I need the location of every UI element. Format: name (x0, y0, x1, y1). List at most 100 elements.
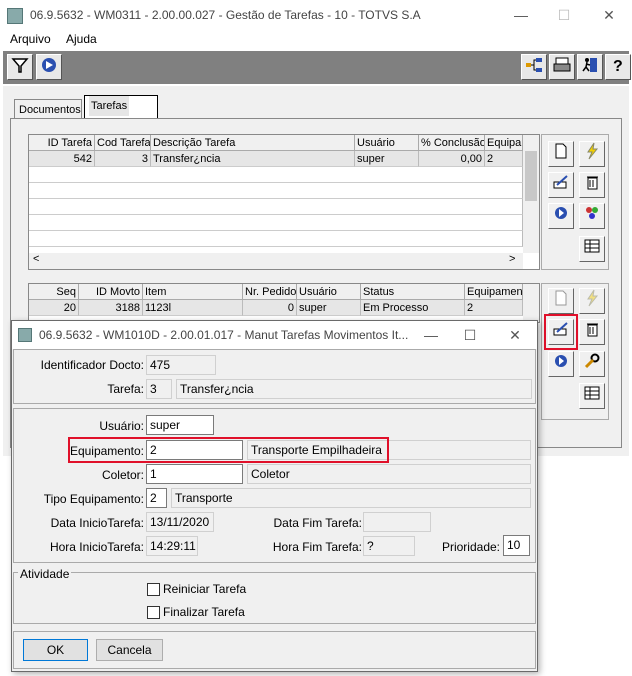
usuario-input[interactable]: super (146, 415, 214, 435)
tipo-equipamento-input[interactable]: 2 (146, 488, 167, 508)
print-icon[interactable] (549, 54, 575, 80)
tools-icon[interactable] (579, 351, 605, 377)
table-icon[interactable] (579, 383, 605, 409)
equipamento-highlight (68, 437, 389, 463)
usuario-label: Usuário: (99, 419, 144, 433)
hora-inicio-label: Hora InicioTarefa: (49, 540, 144, 554)
col-cod-tarefa[interactable]: Cod Tarefa (95, 135, 151, 151)
col-conclusao[interactable]: % Conclusão (419, 135, 485, 151)
col-descricao-tarefa[interactable]: Descrição Tarefa (151, 135, 355, 151)
menu-arquivo[interactable]: Arquivo (10, 32, 51, 46)
edit-icon[interactable] (548, 172, 574, 198)
vertical-scrollbar[interactable] (523, 135, 539, 253)
col-id-tarefa[interactable]: ID Tarefa (29, 135, 95, 151)
coletor-input[interactable]: 1 (146, 464, 243, 484)
hora-fim-field: ? (363, 536, 415, 556)
movement-cell[interactable]: 3188 (79, 300, 143, 316)
col-usuario[interactable]: Usuário (355, 135, 419, 151)
trash-icon[interactable] (579, 172, 605, 198)
app-icon (18, 328, 32, 342)
data-inicio-label: Data InicioTarefa: (50, 516, 144, 530)
close-icon[interactable]: ✕ (598, 4, 620, 26)
maximize-icon[interactable]: ☐ (459, 324, 481, 346)
menu-ajuda[interactable]: Ajuda (66, 32, 97, 46)
trash-icon[interactable] (579, 319, 605, 345)
tipo-equipamento-desc-field: Transporte (171, 488, 531, 508)
filter-icon[interactable] (7, 54, 33, 80)
table-row[interactable] (29, 199, 523, 215)
scroll-thumb[interactable] (525, 151, 537, 201)
tarefa-code-field: 3 (146, 379, 172, 399)
identificador-field: 475 (146, 355, 216, 375)
task-cell[interactable]: Transfer¿ncia (151, 151, 355, 167)
table-row[interactable] (29, 215, 523, 231)
main-title-bar: 06.9.5632 - WM0311 - 2.00.00.027 - Gestã… (0, 0, 632, 30)
coletor-desc-field: Coletor (247, 464, 531, 484)
finalizar-checkbox[interactable] (147, 606, 160, 619)
col-id-movto[interactable]: ID Movto (79, 284, 143, 300)
movement-cell[interactable]: 1123l (143, 300, 243, 316)
scroll-right-icon[interactable]: > (509, 253, 515, 265)
task-cell[interactable]: 0,00 (419, 151, 485, 167)
lightning-icon[interactable] (579, 141, 605, 167)
new-document-icon[interactable] (548, 141, 574, 167)
movement-cell[interactable]: Em Processo (361, 300, 465, 316)
movement-cell[interactable]: super (297, 300, 361, 316)
movement-cell[interactable]: 0 (243, 300, 297, 316)
movements-grid[interactable]: Seq ID Movto Item Nr. Pedido Usuário Sta… (28, 283, 540, 323)
navigate-icon[interactable] (548, 351, 574, 377)
ok-button[interactable]: OK (23, 639, 88, 661)
lightning-icon[interactable] (579, 288, 605, 314)
reiniciar-label: Reiniciar Tarefa (163, 582, 247, 596)
tarefa-desc-field: Transfer¿ncia (176, 379, 532, 399)
close-icon[interactable]: ✕ (504, 324, 526, 346)
tree-icon[interactable] (521, 54, 547, 80)
minimize-icon[interactable]: — (510, 4, 532, 26)
coletor-label: Coletor: (101, 468, 144, 482)
maximize-icon[interactable]: ☐ (553, 4, 575, 26)
col-item[interactable]: Item (143, 284, 243, 300)
menu-bar: Arquivo Ajuda (0, 30, 632, 50)
table-row[interactable] (29, 231, 523, 247)
tab-tarefas-label: Tarefas (89, 96, 130, 116)
col-usuario[interactable]: Usuário (297, 284, 361, 300)
movement-cell[interactable]: 2 (465, 300, 523, 316)
new-document-icon[interactable] (548, 288, 574, 314)
table-row[interactable] (29, 183, 523, 199)
vertical-scrollbar[interactable] (523, 284, 539, 322)
col-status[interactable]: Status (361, 284, 465, 300)
minimize-icon[interactable]: — (420, 324, 442, 346)
data-fim-label: Data Fim Tarefa: (273, 516, 362, 530)
table-row[interactable] (29, 167, 523, 183)
tarefa-label: Tarefa: (107, 382, 144, 396)
reiniciar-checkbox[interactable] (147, 583, 160, 596)
task-cell[interactable]: super (355, 151, 419, 167)
col-nr-pedido[interactable]: Nr. Pedido (243, 284, 297, 300)
col-seq[interactable]: Seq (29, 284, 79, 300)
help-icon[interactable]: ? (605, 54, 631, 80)
dialog-title: 06.9.5632 - WM1010D - 2.00.01.017 - Manu… (39, 328, 409, 342)
exit-icon[interactable] (577, 54, 603, 80)
navigate-icon[interactable] (36, 54, 62, 80)
task-cell[interactable]: 3 (95, 151, 151, 167)
tasks-grid[interactable]: ID Tarefa Cod Tarefa Descrição Tarefa Us… (28, 134, 540, 270)
col-equipamento[interactable]: Equipar (485, 135, 523, 151)
svg-text:?: ? (613, 58, 623, 75)
task-cell[interactable]: 542 (29, 151, 95, 167)
table-icon[interactable] (579, 236, 605, 262)
atividade-label: Atividade (18, 567, 72, 581)
movement-cell[interactable]: 20 (29, 300, 79, 316)
users-icon[interactable] (579, 203, 605, 229)
tab-documentos[interactable]: Documentos (14, 99, 82, 119)
app-icon (7, 8, 23, 24)
scroll-left-icon[interactable]: < (33, 253, 39, 265)
horizontal-scrollbar[interactable]: < > (29, 253, 523, 269)
navigate-icon[interactable] (548, 203, 574, 229)
prioridade-input[interactable]: 10 (503, 535, 530, 556)
atividade-group (13, 572, 536, 624)
cancela-button[interactable]: Cancela (96, 639, 163, 661)
task-cell[interactable]: 2 (485, 151, 523, 167)
col-equipamento[interactable]: Equipament (465, 284, 523, 300)
data-fim-field (363, 512, 431, 532)
tab-tarefas[interactable]: Tarefas (84, 95, 158, 119)
